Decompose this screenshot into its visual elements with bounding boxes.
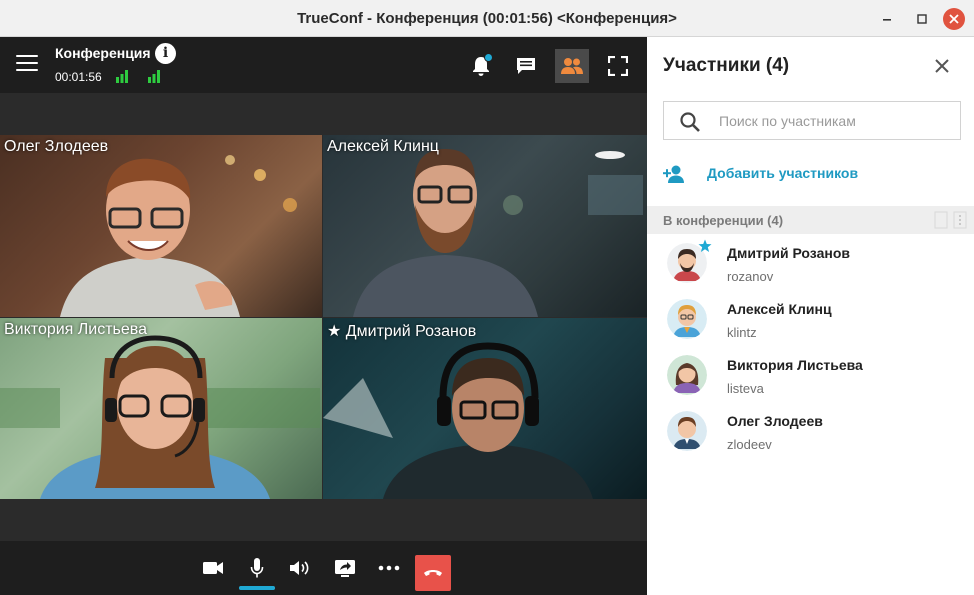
section-label: В конференции (4)	[663, 213, 784, 228]
close-window-button[interactable]	[943, 8, 965, 30]
close-icon	[949, 14, 959, 24]
chat-button[interactable]	[509, 49, 543, 83]
avatar	[667, 355, 707, 395]
camera-icon	[203, 562, 223, 574]
call-controls	[0, 541, 647, 595]
speaker-icon	[290, 561, 309, 575]
participant-video	[353, 149, 643, 317]
participant-search[interactable]	[663, 101, 961, 140]
conference-toolbar: Конференция i 00:01:56	[0, 37, 647, 93]
section-header: В конференции (4)	[647, 206, 974, 234]
search-icon	[680, 112, 700, 132]
more-options-button[interactable]	[374, 553, 404, 583]
close-panel-button[interactable]	[933, 57, 951, 75]
participant-video	[0, 335, 320, 499]
add-participants-label: Добавить участников	[707, 165, 859, 181]
conference-area: Конференция i 00:01:56 Олег Злодеев Алек…	[0, 37, 647, 595]
maximize-button[interactable]	[912, 9, 932, 29]
participant-video	[60, 155, 297, 317]
chat-icon	[517, 58, 535, 74]
notification-badge	[484, 53, 493, 62]
participant-video	[323, 342, 593, 499]
window-title: TrueConf - Конференция (00:01:56) <Конфе…	[297, 10, 677, 27]
avatar	[667, 411, 707, 451]
minimize-button[interactable]	[877, 9, 897, 29]
participant-item[interactable]: Олег Злодеев zlodeev	[647, 407, 974, 463]
title-bar: TrueConf - Конференция (00:01:56) <Конфе…	[0, 0, 974, 37]
fullscreen-icon	[608, 56, 628, 76]
maximize-icon	[917, 14, 927, 24]
app-window: TrueConf - Конференция (00:01:56) <Конфе…	[0, 0, 974, 595]
video-tile[interactable]: Виктория Листьева	[0, 318, 322, 499]
hang-up-button[interactable]	[415, 555, 451, 591]
minimize-icon	[883, 19, 891, 21]
microphone-level-fill	[239, 586, 275, 590]
fullscreen-button[interactable]	[601, 49, 635, 83]
video-grid: Олег Злодеев Алексей Клинц Виктория Лист…	[0, 135, 647, 499]
panel-title: Участники (4)	[663, 55, 790, 76]
conference-title: Конференция	[55, 45, 151, 61]
avatar	[667, 299, 707, 339]
tile-name: Алексей Клинц	[327, 138, 439, 155]
participant-login: listeva	[727, 381, 764, 396]
participants-button[interactable]	[555, 49, 589, 83]
video-tile[interactable]: Алексей Клинц	[323, 135, 647, 317]
info-icon[interactable]: i	[155, 43, 176, 64]
speaker-button[interactable]	[285, 553, 315, 583]
participant-login: rozanov	[727, 269, 774, 284]
participant-name: Алексей Клинц	[727, 301, 832, 317]
microphone-button[interactable]	[242, 553, 272, 583]
conference-timer: 00:01:56	[55, 70, 102, 84]
participant-name: Дмитрий Розанов	[727, 245, 850, 261]
participants-panel: Участники (4) Добавить участников В конф…	[647, 37, 974, 595]
participant-name: Виктория Листьева	[727, 357, 863, 373]
participants-icon	[561, 58, 583, 74]
network-signal-icon	[148, 70, 160, 83]
participant-item[interactable]: Дмитрий Розанов rozanov	[647, 239, 974, 295]
menu-button[interactable]	[16, 55, 38, 75]
participant-item[interactable]: Виктория Листьева listeva	[647, 351, 974, 407]
owner-star-icon	[698, 239, 712, 252]
add-participants-button[interactable]: Добавить участников	[663, 162, 923, 186]
hang-up-icon	[424, 570, 442, 576]
participant-name: Олег Злодеев	[727, 413, 823, 429]
participant-item[interactable]: Алексей Клинц klintz	[647, 295, 974, 351]
screen-share-icon	[335, 560, 355, 577]
search-input[interactable]	[719, 111, 949, 131]
notifications-button[interactable]	[464, 49, 498, 83]
video-tile[interactable]: Олег Злодеев	[0, 135, 322, 317]
tile-name: Виктория Листьева	[4, 321, 147, 338]
participant-login: zlodeev	[727, 437, 772, 452]
section-options-icon[interactable]	[934, 211, 968, 229]
tile-name: ★ Дмитрий Розанов	[327, 323, 477, 340]
participant-login: klintz	[727, 325, 757, 340]
more-icon	[378, 565, 400, 571]
microphone-icon	[250, 558, 264, 578]
network-signal-icon	[116, 70, 128, 83]
video-tile[interactable]: ★ Дмитрий Розанов	[323, 318, 647, 499]
tile-name: Олег Злодеев	[4, 138, 109, 155]
camera-button[interactable]	[198, 553, 228, 583]
microphone-level	[239, 586, 275, 590]
screen-share-button[interactable]	[330, 553, 360, 583]
add-user-icon	[663, 165, 684, 183]
